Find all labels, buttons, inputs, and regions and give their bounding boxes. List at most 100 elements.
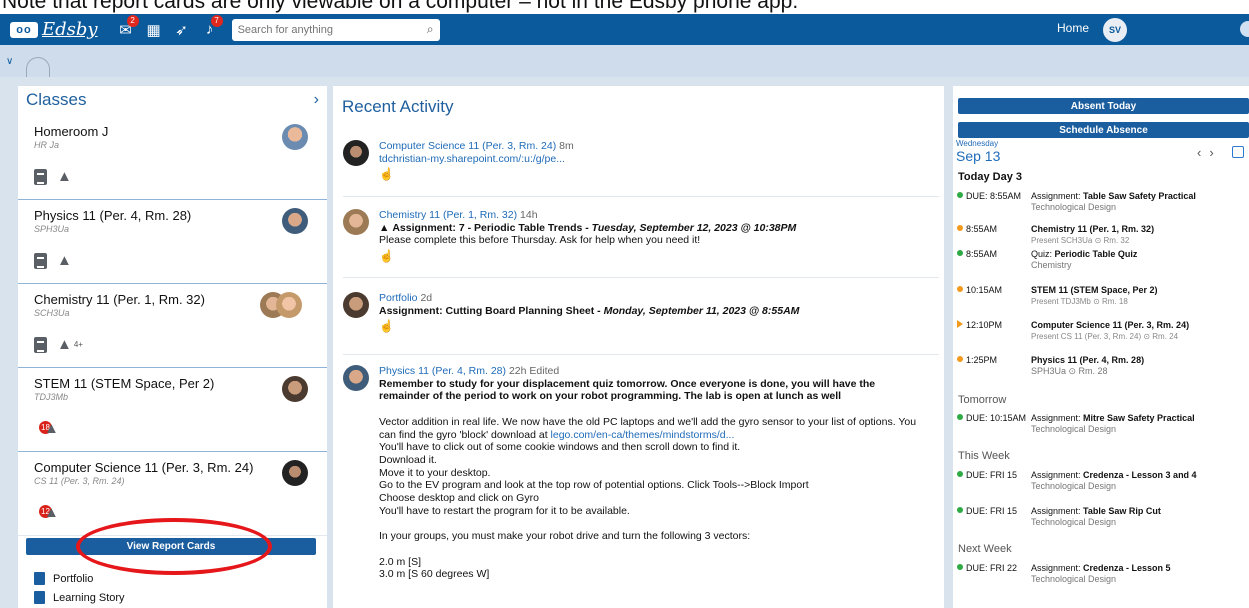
lego-link[interactable]: lego.com/en-ca/themes/mindstorms/d... — [551, 429, 735, 441]
chevron-right-icon[interactable]: › — [314, 91, 319, 109]
class-card-physics[interactable]: Physics 11 (Per. 4, Rm. 28) SPH3Ua ▲ — [18, 200, 327, 284]
class-name: Homeroom J — [34, 124, 109, 139]
schedule-absence-button[interactable]: Schedule Absence — [958, 122, 1249, 138]
bell-icon[interactable]: ♪ 7 — [196, 15, 224, 38]
event-sub: Chemistry — [1031, 260, 1072, 270]
help-icon[interactable] — [1240, 21, 1249, 37]
class-code: HR Ja — [34, 140, 60, 150]
event-sub: Present TDJ3Mb ⊙ Rm. 18 — [1031, 297, 1128, 306]
teacher-avatar — [282, 376, 308, 402]
graduation-cap-icon[interactable]: ▲ — [44, 420, 59, 437]
event-title: Table Saw Rip Cut — [1083, 506, 1161, 516]
classes-title: Classes — [26, 90, 87, 109]
divider — [343, 354, 939, 355]
class-card-chemistry[interactable]: Chemistry 11 (Per. 1, Rm. 32) SCH3Ua ▲ 4… — [18, 284, 327, 368]
event-time: DUE: FRI 22 — [966, 563, 1018, 573]
graduation-cap-icon[interactable]: ▲ — [57, 168, 72, 185]
classes-panel: Classes › Homeroom J HR Ja ▲ Physics 11 … — [18, 86, 327, 608]
learning-story-link[interactable]: Learning Story — [34, 591, 125, 604]
activity-source[interactable]: Computer Science 11 (Per. 3, Rm. 24) — [379, 140, 556, 152]
event-sub: SPH3Ua ⊙ Rm. 28 — [1031, 366, 1108, 376]
activity-item: Computer Science 11 (Per. 3, Rm. 24) 8m … — [343, 140, 939, 181]
post-text: In your groups, you must make your robot… — [379, 530, 751, 543]
class-card-computer-science[interactable]: Computer Science 11 (Per. 3, Rm. 24) CS … — [18, 452, 327, 536]
post-text: can find the gyro 'block' download at — [379, 428, 551, 441]
portfolio-link[interactable]: Portfolio — [34, 572, 93, 585]
user-avatar[interactable]: SV — [1103, 18, 1127, 42]
chevron-right-icon[interactable]: › — [1209, 145, 1213, 160]
activity-item: Chemistry 11 (Per. 1, Rm. 32) 14h ▲ Assi… — [343, 209, 939, 263]
class-name: Computer Science 11 (Per. 3, Rm. 24) — [34, 460, 254, 475]
search-box[interactable]: ⌕ — [231, 18, 440, 41]
teacher-avatar — [282, 208, 308, 234]
event-time: 8:55AM — [966, 249, 998, 259]
class-code: CS 11 (Per. 3, Rm. 24) — [34, 476, 125, 486]
thumbs-up-icon[interactable]: ☝ — [379, 168, 939, 181]
learning-story-icon — [34, 591, 45, 604]
mail-icon[interactable]: ✉ 2 — [112, 14, 140, 39]
date-label: Sep 13 — [956, 148, 1001, 164]
event-sub: Technological Design — [1031, 481, 1117, 491]
edsby-logo[interactable]: oo Edsby — [10, 19, 98, 40]
bell-badge: 7 — [210, 15, 223, 27]
absent-today-button[interactable]: Absent Today — [958, 98, 1249, 114]
activity-item: Physics 11 (Per. 4, Rm. 28) 22h Edited R… — [343, 365, 939, 581]
post-text: 2.0 m [S] — [379, 555, 422, 568]
thumbs-up-icon[interactable]: ☝ — [379, 320, 939, 333]
post-text: Choose desktop and click on Gyro — [379, 492, 539, 505]
event-title: Periodic Table Quiz — [1054, 249, 1138, 259]
collapsed-panel-tab[interactable] — [26, 57, 50, 77]
event-prefix: Assignment: — [1031, 506, 1084, 516]
event-title: STEM 11 (STEM Space, Per 2) — [1031, 285, 1158, 295]
event-title: Computer Science 11 (Per. 3, Rm. 24) — [1031, 320, 1190, 330]
document-icon[interactable] — [34, 168, 47, 185]
chevron-down-icon[interactable]: ∨ — [6, 56, 13, 67]
class-code: SPH3Ua — [34, 224, 70, 234]
activity-source[interactable]: Physics 11 (Per. 4, Rm. 28) — [379, 365, 506, 377]
class-card-homeroom[interactable]: Homeroom J HR Ja ▲ — [18, 116, 327, 200]
learning-story-label: Learning Story — [53, 591, 125, 604]
home-link[interactable]: Home — [1057, 21, 1089, 35]
divider — [343, 277, 939, 278]
schedule-panel: Absent Today Schedule Absence Wednesday … — [953, 86, 1249, 608]
event-sub: Present SCH3Ua ⊙ Rm. 32 — [1031, 236, 1130, 245]
event-title: Mitre Saw Safety Practical — [1083, 413, 1195, 423]
graduation-cap-icon[interactable]: ▲ — [57, 336, 72, 353]
chevron-left-icon[interactable]: ‹ — [1197, 145, 1201, 160]
event-prefix: Assignment: — [1031, 563, 1084, 573]
portfolio-icon — [34, 572, 45, 585]
graduation-cap-icon[interactable]: ▲ — [44, 504, 59, 521]
tomorrow-label: Tomorrow — [958, 394, 1007, 406]
activity-source[interactable]: Chemistry 11 (Per. 1, Rm. 32) — [379, 209, 517, 221]
event-title: Table Saw Safety Practical — [1083, 191, 1196, 201]
event-time: 1:25PM — [966, 355, 998, 365]
recent-activity-title: Recent Activity — [342, 97, 454, 116]
thumbs-up-icon[interactable]: ☝ — [379, 250, 939, 263]
class-card-stem[interactable]: STEM 11 (STEM Space, Per 2) TDJ3Mb 18 ▲ — [18, 368, 327, 452]
due-dot-icon — [957, 250, 963, 256]
calendar-icon[interactable]: ▦ — [140, 21, 168, 39]
document-icon[interactable] — [34, 252, 47, 269]
due-dot-icon — [957, 471, 963, 477]
activity-source[interactable]: Portfolio — [379, 292, 418, 304]
assignment-date: - Tuesday, September 12, 2023 @ 10:38PM — [582, 221, 797, 234]
rocket-icon[interactable]: ➶ — [168, 21, 196, 39]
event-sub: Present CS 11 (Per. 3, Rm. 24) ⊙ Rm. 24 — [1031, 332, 1179, 341]
calendar-icon[interactable] — [1232, 146, 1244, 158]
graduation-cap-icon[interactable]: ▲ — [57, 252, 72, 269]
document-icon[interactable] — [34, 336, 47, 353]
author-avatar — [343, 365, 369, 391]
sub-bar: ∨ — [0, 45, 1249, 77]
view-report-cards-button[interactable]: View Report Cards — [26, 538, 316, 555]
assignment-label[interactable]: Assignment: Cutting Board Planning Sheet — [379, 305, 594, 317]
search-icon[interactable]: ⌕ — [427, 22, 434, 37]
next-week-label: Next Week — [958, 543, 1012, 555]
caption-text: Note that report cards are only viewable… — [0, 0, 1249, 14]
author-avatar — [343, 209, 369, 235]
assignment-label[interactable]: Assignment: 7 - Periodic Table Trends — [392, 222, 582, 234]
activity-link[interactable]: tdchristian-my.sharepoint.com/:u:/g/pe..… — [379, 153, 565, 165]
event-time: 12:10PM — [966, 320, 1003, 330]
class-name: STEM 11 (STEM Space, Per 2) — [34, 376, 215, 391]
search-input[interactable] — [237, 23, 427, 36]
post-text: Vector addition in real life. We now hav… — [379, 415, 917, 428]
